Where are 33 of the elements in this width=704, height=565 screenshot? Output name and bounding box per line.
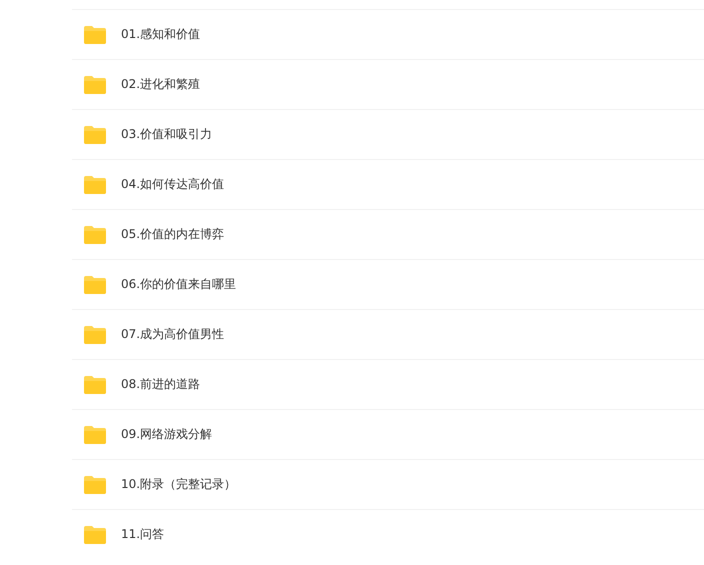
- folder-icon: [83, 424, 107, 444]
- folder-name: 10.附录（完整记录）: [121, 476, 236, 493]
- folder-name: 11.问答: [121, 526, 164, 543]
- folder-row[interactable]: 06.你的价值来自哪里: [72, 259, 704, 309]
- folder-name: 02.进化和繁殖: [121, 76, 200, 93]
- folder-name: 06.你的价值来自哪里: [121, 276, 236, 293]
- folder-icon: [83, 224, 107, 244]
- folder-name: 08.前进的道路: [121, 376, 200, 393]
- folder-row[interactable]: 01.感知和价值: [72, 9, 704, 59]
- folder-row[interactable]: 03.价值和吸引力: [72, 109, 704, 159]
- folder-name: 09.网络游戏分解: [121, 426, 212, 443]
- folder-row[interactable]: 05.价值的内在博弈: [72, 209, 704, 259]
- folder-icon: [83, 374, 107, 394]
- folder-row[interactable]: 04.如何传达高价值: [72, 159, 704, 209]
- folder-name: 04.如何传达高价值: [121, 176, 224, 193]
- folder-name: 05.价值的内在博弈: [121, 226, 224, 243]
- folder-icon: [83, 324, 107, 344]
- folder-row[interactable]: 08.前进的道路: [72, 359, 704, 409]
- folder-row[interactable]: 02.进化和繁殖: [72, 59, 704, 109]
- folder-row[interactable]: 07.成为高价值男性: [72, 309, 704, 359]
- folder-row[interactable]: 10.附录（完整记录）: [72, 459, 704, 509]
- folder-icon: [83, 274, 107, 294]
- folder-name: 01.感知和价值: [121, 26, 200, 43]
- folder-icon: [83, 524, 107, 544]
- folder-icon: [83, 24, 107, 44]
- folder-icon: [83, 124, 107, 144]
- folder-row[interactable]: 11.问答: [72, 509, 704, 559]
- folder-name: 03.价值和吸引力: [121, 126, 212, 143]
- folder-row[interactable]: 09.网络游戏分解: [72, 409, 704, 459]
- folder-icon: [83, 74, 107, 94]
- folder-name: 07.成为高价值男性: [121, 326, 224, 343]
- folder-icon: [83, 474, 107, 494]
- folder-icon: [83, 174, 107, 194]
